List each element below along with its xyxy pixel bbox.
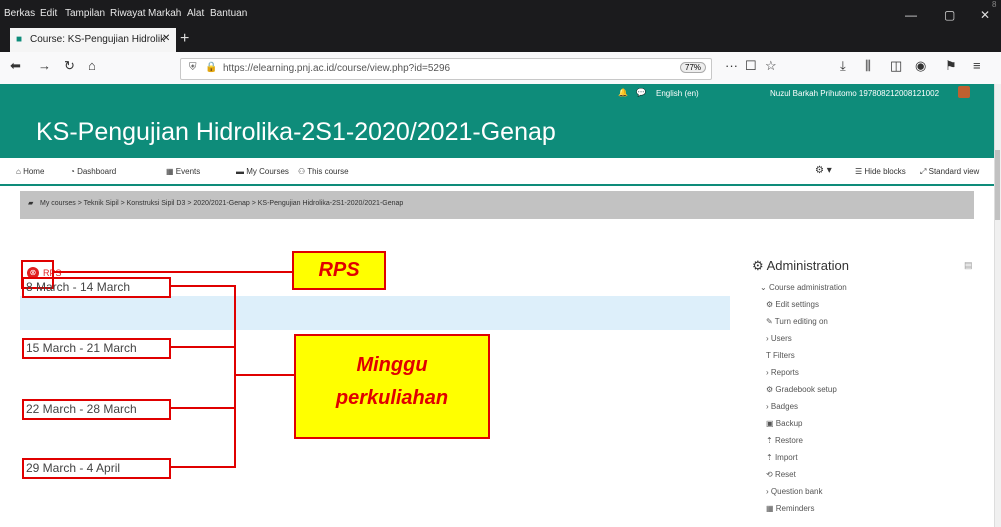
administration-block: ⚙ Administration ▤ ⌄ Course administrati… xyxy=(752,258,982,518)
admin-item-turn-editing-on[interactable]: ✎ Turn editing on xyxy=(766,317,828,326)
moodle-top-strip: 🔔 💬 English (en) Nuzul Barkah Prihutomo … xyxy=(0,84,994,118)
week-highlight-box xyxy=(22,458,171,479)
admin-item-filters[interactable]: T Filters xyxy=(766,351,795,360)
weeks-callout-line1: Minggu xyxy=(356,354,428,376)
week-highlight-box xyxy=(22,277,171,298)
sitemap-icon: ⚇ xyxy=(298,167,308,176)
url-bar[interactable]: ⛨ 🔒 https://elearning.pnj.ac.id/course/v… xyxy=(180,58,712,80)
admin-item-question-bank[interactable]: › Question bank xyxy=(766,487,822,496)
bookmark-star-icon[interactable]: ☆ xyxy=(765,58,777,74)
hide-blocks-button[interactable]: ☰ Hide blocks xyxy=(855,167,906,176)
admin-item-edit-settings[interactable]: ⚙ Edit settings xyxy=(766,300,819,309)
page-number: 8 xyxy=(992,0,997,9)
rps-callout: RPS xyxy=(292,251,386,290)
messages-icon[interactable]: 💬 xyxy=(636,88,646,97)
minimize-icon[interactable]: — xyxy=(905,8,917,22)
gear-icon[interactable]: ⚙ ▾ xyxy=(815,165,832,176)
menu-tampilan[interactable]: Tampilan xyxy=(65,8,105,19)
menu-markah[interactable]: Markah xyxy=(148,8,181,19)
language-selector[interactable]: English (en) xyxy=(656,89,699,98)
block-collapse-icon[interactable]: ▤ xyxy=(964,260,973,271)
nav-dashboard[interactable]: ◔ Dashboard xyxy=(70,167,116,176)
admin-item-reports[interactable]: › Reports xyxy=(766,368,799,377)
zoom-level[interactable]: 77% xyxy=(680,62,707,73)
breadcrumb: ▰ My courses > Teknik Sipil > Konstruksi… xyxy=(20,191,974,219)
hamburger-menu-icon[interactable]: ≡ xyxy=(973,58,981,73)
extension-icon[interactable]: ⚑ xyxy=(945,58,957,74)
course-administration-toggle[interactable]: ⌄ Course administration xyxy=(760,283,847,292)
admin-item-restore[interactable]: ⇡ Restore xyxy=(766,436,803,445)
admin-item-reset[interactable]: ⟲ Reset xyxy=(766,470,796,479)
dashboard-icon: ◔ xyxy=(70,167,78,176)
home-icon: ⌂ xyxy=(16,167,24,176)
forward-icon[interactable]: → xyxy=(38,58,51,73)
expand-icon: ⤢ xyxy=(920,167,929,176)
breadcrumb-path[interactable]: My courses > Teknik Sipil > Konstruksi S… xyxy=(40,200,403,207)
user-name[interactable]: Nuzul Barkah Prihutomo 19780821200812100… xyxy=(770,89,939,98)
browser-tab[interactable]: ■ Course: KS-Pengujian Hidrolik ✕ xyxy=(10,28,176,52)
reload-icon[interactable]: ↻ xyxy=(64,58,75,74)
admin-item-users[interactable]: › Users xyxy=(766,334,792,343)
back-icon[interactable]: ⬅ xyxy=(10,58,21,74)
nav-this-course[interactable]: ⚇ This course xyxy=(298,167,349,176)
menu-bantuan[interactable]: Bantuan xyxy=(210,8,247,19)
week-highlight-box xyxy=(22,399,171,420)
page-actions-icon[interactable]: ··· xyxy=(725,58,738,73)
weeks-connector-line xyxy=(234,374,296,376)
tab-close-icon[interactable]: ✕ xyxy=(162,33,170,44)
admin-gear-icon: ⚙ xyxy=(752,258,767,273)
course-navbar: ⌂ Home ◔ Dashboard ▦ Events ▬ My Courses… xyxy=(0,158,994,186)
week-connector-line xyxy=(169,407,236,409)
shield-icon: ⛨ xyxy=(189,62,197,73)
account-icon[interactable]: ◉ xyxy=(915,58,926,74)
browser-menubar: Berkas Edit Tampilan Riwayat Markah Alat… xyxy=(0,0,1001,26)
week-connector-line xyxy=(169,285,236,287)
avatar[interactable] xyxy=(958,86,970,98)
tab-favicon-icon: ■ xyxy=(16,34,23,45)
rps-connector-line xyxy=(52,271,294,273)
restore-icon[interactable]: ▢ xyxy=(944,8,955,22)
courses-icon: ▬ xyxy=(236,167,247,176)
week-connector-line xyxy=(169,466,236,468)
weeks-callout-line2: perkuliahan xyxy=(335,387,449,409)
admin-item-reminders[interactable]: ▦ Reminders xyxy=(766,504,814,513)
tab-title: Course: KS-Pengujian Hidrolik xyxy=(30,34,166,45)
week-section-highlight xyxy=(20,296,730,330)
calendar-icon: ▦ xyxy=(166,167,176,176)
admin-item-import[interactable]: ⇡ Import xyxy=(766,453,798,462)
admin-item-gradebook-setup[interactable]: ⚙ Gradebook setup xyxy=(766,385,837,394)
standard-view-button[interactable]: ⤢ Standard view xyxy=(920,167,979,177)
folder-icon: ▰ xyxy=(28,200,34,207)
week-connector-line xyxy=(169,346,236,348)
download-icon[interactable]: ⤓ xyxy=(840,58,846,74)
nav-events[interactable]: ▦ Events xyxy=(166,167,200,176)
new-tab-icon[interactable]: + xyxy=(180,30,189,48)
menu-riwayat[interactable]: Riwayat xyxy=(110,8,146,19)
admin-title: ⚙ Administration xyxy=(752,258,849,273)
page-title: KS-Pengujian Hidrolika-2S1-2020/2021-Gen… xyxy=(36,118,556,146)
close-icon[interactable]: ✕ xyxy=(980,8,990,22)
lock-icon: 🔒 xyxy=(205,62,218,73)
pocket-icon[interactable]: ☐ xyxy=(745,58,757,74)
scrollbar-thumb[interactable] xyxy=(995,150,1000,220)
sidebar-icon[interactable]: ◫ xyxy=(890,58,902,74)
admin-item-badges[interactable]: › Badges xyxy=(766,402,798,411)
notification-bell-icon[interactable]: 🔔 xyxy=(618,88,628,97)
admin-item-backup[interactable]: ▣ Backup xyxy=(766,419,802,428)
week-highlight-box xyxy=(22,338,171,359)
nav-my-courses[interactable]: ▬ My Courses xyxy=(236,167,289,176)
hide-blocks-icon: ☰ xyxy=(855,167,865,176)
nav-home[interactable]: ⌂ Home xyxy=(16,167,44,176)
library-icon[interactable]: ⫼ xyxy=(865,58,871,74)
url-text: https://elearning.pnj.ac.id/course/view.… xyxy=(223,63,451,74)
menu-berkas[interactable]: Berkas xyxy=(4,8,35,19)
menu-edit[interactable]: Edit xyxy=(40,8,57,19)
week-bracket-line xyxy=(234,285,236,468)
menu-alat[interactable]: Alat xyxy=(187,8,204,19)
home-icon[interactable]: ⌂ xyxy=(88,58,96,73)
weeks-callout: Minggu perkuliahan xyxy=(294,334,490,439)
